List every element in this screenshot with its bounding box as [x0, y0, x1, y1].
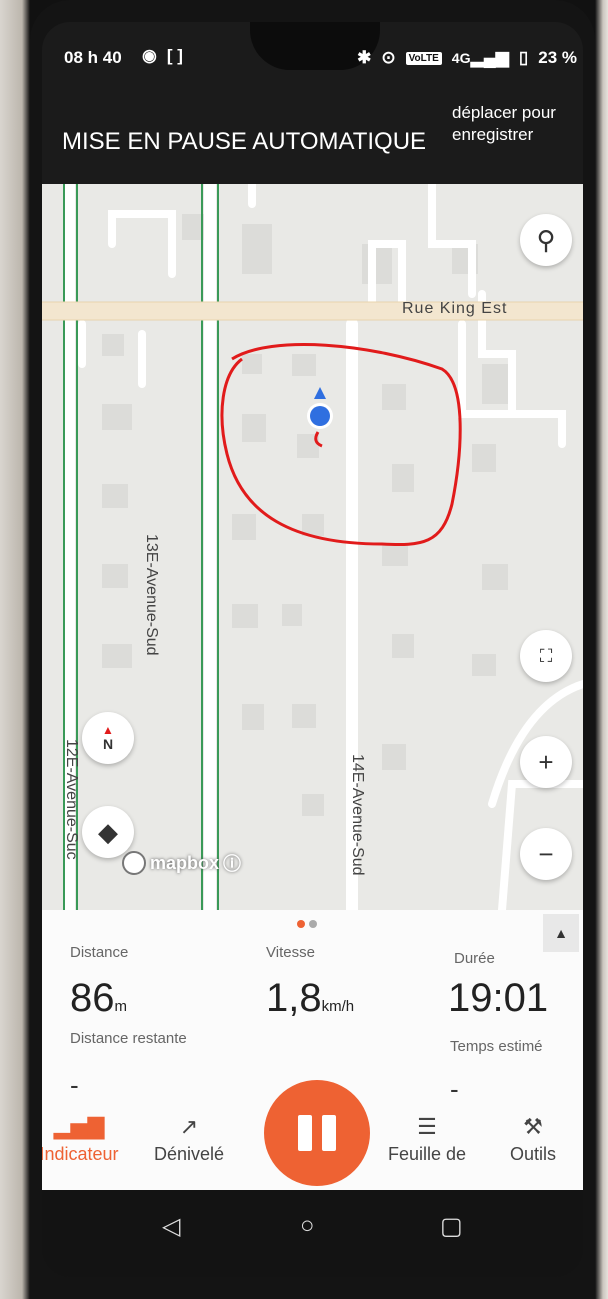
location-icon: ⊙ [381, 48, 396, 67]
fullscreen-icon: ⛶ [539, 645, 553, 666]
map-canvas [42, 184, 583, 910]
tab-outils[interactable]: ⚒ Outils [478, 1114, 583, 1165]
distance-unit: m [114, 998, 128, 1015]
back-button[interactable]: ◁ [162, 1212, 180, 1241]
pause-button[interactable] [264, 1080, 370, 1186]
estimated-time-label: Temps estimé [450, 1038, 543, 1055]
bar-chart-icon: ▂▅▇ [53, 1114, 105, 1139]
system-navigation-bar: ◁ ○ ▢ [42, 1190, 583, 1277]
mapbox-attribution[interactable]: mapbox ⓘ [122, 850, 241, 876]
mapbox-logo-icon [122, 851, 146, 875]
tab-label: Outils [509, 1144, 556, 1164]
auto-pause-title: MISE EN PAUSE AUTOMATIQUE [62, 128, 427, 155]
info-icon[interactable]: ⓘ [223, 850, 241, 876]
stats-panel: ▲ Distance 86m Vitesse 1,8km/h Durée 19:… [42, 910, 583, 1070]
bottom-navigation: - - ▂▅▇ Indicateur ↗ Dénivelé ☰ Feuille … [42, 1070, 583, 1190]
duration-value: 19:01 [448, 976, 549, 1020]
speed-value: 1,8km/h [266, 976, 354, 1021]
signal-icon: 4G▂▄▆ [451, 48, 509, 67]
trend-icon: ↗ [179, 1114, 199, 1139]
distance-number: 86 [70, 976, 115, 1020]
home-button[interactable]: ○ [300, 1212, 315, 1240]
compass-north-label: N [102, 736, 114, 752]
fullscreen-button[interactable]: ⛶ [520, 630, 572, 682]
zoom-in-button[interactable]: + [520, 736, 572, 788]
chevron-up-icon: ▲ [554, 925, 568, 941]
bluetooth-icon: ✱ [357, 48, 372, 67]
remaining-distance-value: - [70, 1070, 79, 1100]
status-bar: 08 h 40 ◉ [ ] ✱ ⊙ VoLTE 4G▂▄▆ ▯ 23 % [42, 22, 583, 92]
tab-label: Dénivelé [153, 1144, 225, 1164]
page-dot [309, 920, 317, 928]
phone-body: 08 h 40 ◉ [ ] ✱ ⊙ VoLTE 4G▂▄▆ ▯ 23 % MIS… [30, 0, 595, 1299]
tab-label: Feuille de [387, 1144, 467, 1164]
page-indicator [297, 920, 317, 928]
battery-level: 23 % [538, 48, 577, 67]
list-icon: ☰ [417, 1114, 437, 1139]
app-header: MISE EN PAUSE AUTOMATIQUE déplacer pour … [42, 92, 583, 184]
remaining-distance-label: Distance restante [70, 1030, 187, 1047]
search-icon: ⚲ [536, 224, 556, 255]
tab-denivele[interactable]: ↗ Dénivelé [134, 1114, 244, 1165]
distance-label: Distance [70, 944, 129, 961]
zoom-out-icon: − [538, 838, 554, 869]
search-button[interactable]: ⚲ [520, 214, 572, 266]
network-type: 4G [451, 51, 471, 67]
tab-feuille[interactable]: ☰ Feuille de [372, 1114, 482, 1165]
street-label-13e-avenue: 13E-Avenue-Sud [143, 534, 160, 656]
screen: 08 h 40 ◉ [ ] ✱ ⊙ VoLTE 4G▂▄▆ ▯ 23 % MIS… [42, 22, 583, 1277]
battery-icon: ▯ [518, 48, 529, 67]
street-label-14e-avenue: 14E-Avenue-Sud [349, 754, 366, 876]
status-time: 08 h 40 [64, 48, 122, 67]
compass-button[interactable]: ▲ N [82, 712, 134, 764]
pause-icon-bar-left [298, 1115, 312, 1151]
recents-button[interactable]: ▢ [440, 1212, 463, 1241]
speed-unit: km/h [321, 998, 355, 1015]
move-to-record-hint: déplacer pour enregistrer [452, 103, 556, 144]
status-right: ✱ ⊙ VoLTE 4G▂▄▆ ▯ 23 % [357, 48, 577, 68]
tools-icon: ⚒ [523, 1114, 543, 1139]
messenger-icon: ◉ [142, 46, 157, 65]
expand-panel-button[interactable]: ▲ [543, 914, 579, 952]
pause-icon-bar-right [322, 1115, 336, 1151]
duration-label: Durée [454, 950, 495, 967]
tab-label: Indicateur [42, 1144, 119, 1164]
speed-number: 1,8 [266, 976, 322, 1020]
notification-icons: ◉ [ ] [142, 46, 183, 66]
estimated-time-value: - [450, 1074, 459, 1104]
compass-arrow-icon: ▲ [102, 723, 114, 737]
mapbox-wordmark: mapbox [150, 852, 220, 873]
tab-indicateur[interactable]: ▂▅▇ Indicateur [42, 1114, 134, 1165]
speed-label: Vitesse [266, 944, 315, 961]
distance-value: 86m [70, 976, 127, 1021]
screenshot-icon: [ ] [166, 46, 183, 65]
zoom-in-icon: + [538, 746, 554, 777]
map-view[interactable]: Rue King Est 13E-Avenue-Sud 14E-Avenue-S… [42, 184, 583, 910]
volte-badge: VoLTE [405, 51, 442, 65]
street-label-12e-avenue: 12E-Avenue-Suc [63, 739, 80, 860]
zoom-out-button[interactable]: − [520, 828, 572, 880]
street-label-rue-king: Rue King Est [402, 300, 508, 317]
layers-icon: ◆ [98, 816, 118, 847]
page-dot-active [297, 920, 305, 928]
